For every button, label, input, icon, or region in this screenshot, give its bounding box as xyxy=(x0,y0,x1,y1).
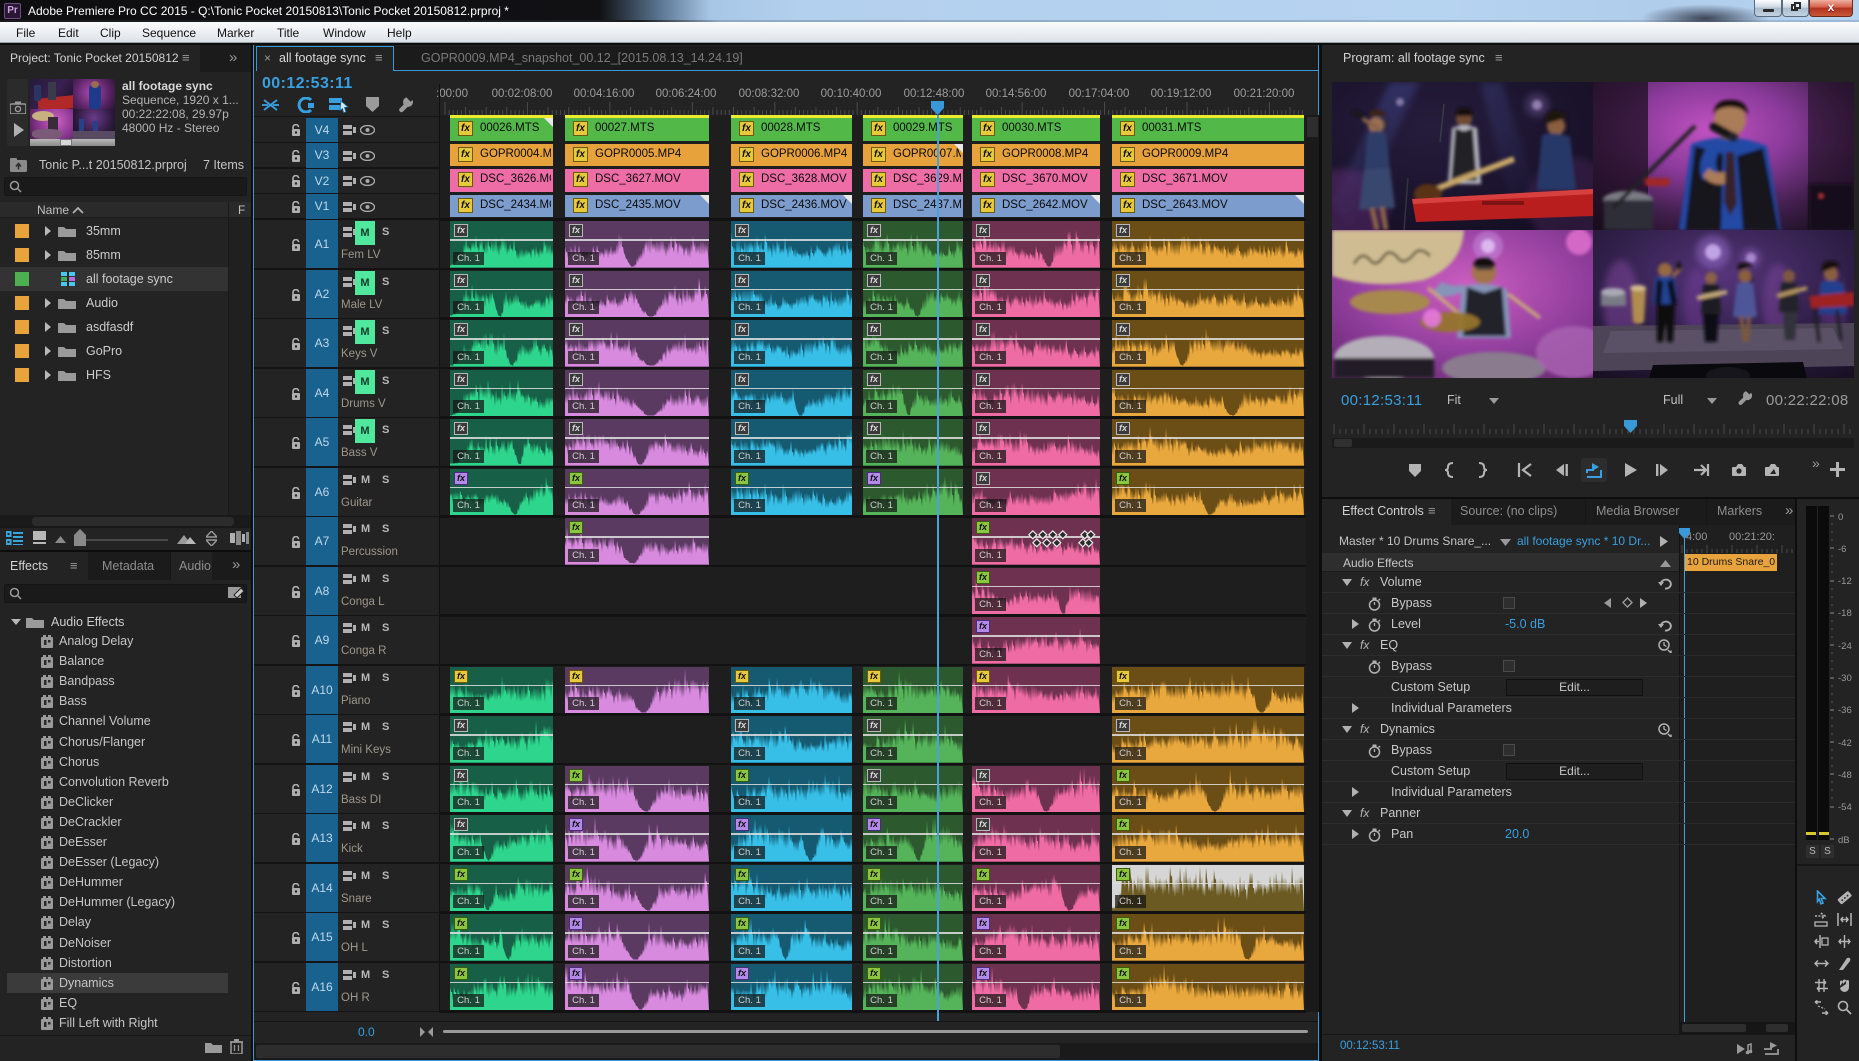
svg-text:-24: -24 xyxy=(1838,641,1852,652)
svg-text:-36: -36 xyxy=(1838,705,1852,716)
svg-text:-54: -54 xyxy=(1838,802,1852,813)
svg-text:-48: -48 xyxy=(1838,770,1852,781)
svg-text:-6: -6 xyxy=(1838,544,1846,555)
svg-text:0: 0 xyxy=(1838,512,1843,523)
svg-text:-18: -18 xyxy=(1838,608,1852,619)
svg-text:-12: -12 xyxy=(1838,576,1852,587)
svg-text:-30: -30 xyxy=(1838,673,1852,684)
svg-text:dB: dB xyxy=(1838,835,1850,846)
svg-text:-42: -42 xyxy=(1838,738,1852,749)
